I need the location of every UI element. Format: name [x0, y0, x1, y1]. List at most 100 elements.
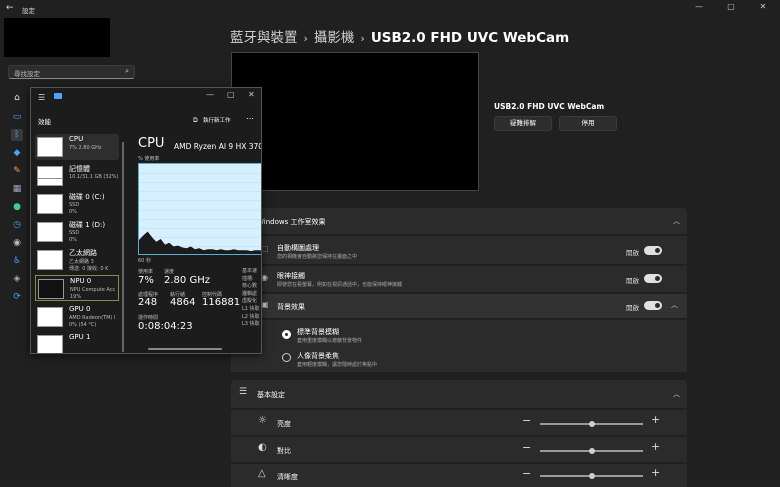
- search-icon[interactable]: ⌕: [125, 67, 129, 76]
- disk1-thumbnail: [37, 222, 63, 242]
- increase-button[interactable]: +: [651, 440, 660, 453]
- gpu0-thumbnail: [37, 307, 63, 327]
- perf-item-name: 磁碟 1 (D:): [69, 221, 106, 229]
- studio-effects-header[interactable]: Windows 工作室效果 ︿: [231, 208, 687, 234]
- breadcrumb: 藍牙與裝置 › 攝影機 › USB2.0 FHD UVC WebCam: [230, 26, 569, 46]
- sharpness-label: 清晰度: [277, 473, 298, 481]
- eye-contact-state: 開啟: [626, 277, 639, 285]
- perf-item-detail: AMD Radeon(TM) I: [69, 315, 116, 321]
- background-effects-title: 背景效果: [277, 303, 305, 311]
- back-arrow-icon[interactable]: ←: [6, 3, 14, 13]
- background-effects-toggle[interactable]: [644, 301, 662, 310]
- app-title: 設定: [22, 7, 35, 15]
- close-button[interactable]: ✕: [748, 2, 778, 11]
- chevron-up-icon[interactable]: ︿: [673, 389, 680, 399]
- perf-item-npu[interactable]: NPU 0 NPU Compute Acc 19%: [35, 275, 119, 301]
- decrease-button[interactable]: −: [522, 467, 531, 480]
- background-effects-icon: ▣: [261, 300, 269, 309]
- system-icon[interactable]: ▭: [11, 111, 23, 123]
- hamburger-menu-icon[interactable]: ☰: [38, 93, 45, 102]
- threads-value: 4864: [170, 297, 196, 308]
- run-new-task-icon[interactable]: ⧉: [193, 116, 198, 125]
- maximize-button[interactable]: ▢: [716, 2, 746, 11]
- apps-icon[interactable]: ▦: [11, 183, 23, 195]
- perf-item-name: 乙太網路: [69, 249, 97, 257]
- processes-value: 248: [138, 297, 158, 308]
- gpu1-thumbnail: [37, 335, 63, 353]
- network-icon[interactable]: ◆: [11, 147, 23, 159]
- chevron-up-icon[interactable]: ︿: [671, 300, 678, 310]
- breadcrumb-devices[interactable]: 藍牙與裝置: [230, 30, 298, 46]
- task-manager-window[interactable]: ☰ — ▢ ✕ 效能 ⧉ 執行新工作 ⋯ CPU 7% 2.80 GHz 記憶體…: [30, 87, 262, 354]
- decrease-button[interactable]: −: [522, 414, 531, 427]
- toggle-knob: [655, 276, 660, 281]
- decrease-button[interactable]: −: [522, 441, 531, 454]
- perf-item-ethernet[interactable]: 乙太網路 乙太網路 3 傳送: 0 接收: 0 K: [35, 247, 119, 273]
- sharpness-slider-thumb[interactable]: [589, 473, 595, 479]
- eye-contact-toggle[interactable]: [644, 274, 662, 283]
- gaming-icon[interactable]: ◉: [11, 237, 23, 249]
- background-effects-row[interactable]: ▣ 背景效果 開啟 ︿: [231, 294, 687, 318]
- perf-item-cpu[interactable]: CPU 7% 2.80 GHz: [35, 134, 119, 160]
- breadcrumb-cameras[interactable]: 攝影機: [314, 30, 355, 46]
- ethernet-thumbnail: [37, 250, 63, 270]
- minimize-button[interactable]: —: [684, 2, 714, 11]
- perf-item-detail: 19%: [70, 294, 82, 300]
- perf-item-disk1[interactable]: 磁碟 1 (D:) SSD 0%: [35, 219, 119, 245]
- bluetooth-icon[interactable]: ᛒ: [11, 129, 23, 141]
- increase-button[interactable]: +: [651, 466, 660, 479]
- chevron-up-icon[interactable]: ︿: [673, 216, 680, 226]
- home-icon[interactable]: ⌂: [11, 92, 23, 104]
- performance-tab-title: 效能: [38, 118, 51, 126]
- perf-item-gpu1[interactable]: GPU 1: [35, 332, 119, 353]
- usage-label: 使用率: [138, 269, 154, 275]
- search-input[interactable]: 尋找設定 ⌕: [8, 65, 135, 79]
- time-language-icon[interactable]: ◷: [11, 219, 23, 231]
- perf-item-detail: 0% (54 °C): [69, 322, 97, 328]
- perf-item-gpu0[interactable]: GPU 0 AMD Radeon(TM) I 0% (54 °C): [35, 304, 119, 330]
- update-icon[interactable]: ⟳: [11, 291, 23, 303]
- basic-settings-title: 基本設定: [257, 391, 285, 399]
- auto-framing-toggle[interactable]: [644, 246, 662, 255]
- tm-close-button[interactable]: ✕: [248, 90, 255, 99]
- more-options-icon[interactable]: ⋯: [246, 114, 254, 123]
- privacy-icon[interactable]: ◈: [11, 273, 23, 285]
- run-new-task-button[interactable]: 執行新工作: [203, 116, 231, 124]
- auto-framing-row: ⬚ 自動構圖處理 您的相機會自動將您保持在畫面之中 開啟: [231, 236, 687, 264]
- spec-label: 基本速: [242, 268, 258, 274]
- perf-item-detail: SSD: [69, 202, 80, 208]
- portrait-blur-radio[interactable]: [282, 353, 291, 362]
- account-profile-redacted[interactable]: [4, 18, 110, 57]
- spec-label: 核心數: [242, 283, 258, 290]
- horizontal-scrollbar[interactable]: [148, 348, 222, 350]
- accessibility-icon[interactable]: ♿: [11, 255, 23, 267]
- handles-value: 116881: [202, 297, 241, 308]
- perf-item-detail: 7% 2.80 GHz: [69, 145, 102, 151]
- memory-thumbnail: [37, 166, 63, 186]
- perf-item-memory[interactable]: 記憶體 10.1/31.1 GB (32%): [35, 163, 119, 189]
- cpu-specs-column: 基本速 插槽: 核心數 邏輯處 虛擬化 L1 快取 L2 快取 L3 快取: [242, 268, 261, 329]
- personalization-icon[interactable]: ✎: [11, 165, 23, 177]
- auto-framing-icon: ⬚: [261, 244, 269, 253]
- usage-value: 7%: [138, 275, 154, 286]
- perf-item-disk0[interactable]: 磁碟 0 (C:) SSD 0%: [35, 191, 119, 217]
- troubleshoot-button[interactable]: 疑難排解: [494, 116, 552, 131]
- increase-button[interactable]: +: [651, 413, 660, 426]
- list-scrollbar[interactable]: [122, 142, 124, 352]
- perf-item-detail: 0%: [69, 209, 77, 215]
- accounts-icon[interactable]: ●: [11, 201, 23, 213]
- disable-button[interactable]: 停用: [559, 116, 617, 131]
- tm-minimize-button[interactable]: —: [206, 90, 214, 99]
- contrast-slider-thumb[interactable]: [589, 448, 595, 454]
- perf-item-name: GPU 0: [69, 305, 91, 313]
- auto-framing-subtitle: 您的相機會自動將您保持在畫面之中: [277, 254, 358, 260]
- contrast-icon: ◐: [258, 442, 267, 453]
- perf-item-detail: NPU Compute Acc: [70, 287, 116, 293]
- standard-blur-radio[interactable]: [282, 330, 291, 339]
- background-options-panel: 標準背景模糊 套用重度模糊以遮蔽背景物件 人像背景柔焦 套用輕度模糊，讓您隨時處…: [231, 320, 687, 372]
- tm-maximize-button[interactable]: ▢: [227, 90, 235, 99]
- brightness-slider-thumb[interactable]: [589, 421, 595, 427]
- performance-list: CPU 7% 2.80 GHz 記憶體 10.1/31.1 GB (32%) 磁…: [31, 132, 121, 353]
- basic-settings-header[interactable]: ☰ 基本設定 ︿: [231, 380, 687, 408]
- brightness-icon: ☼: [258, 415, 267, 426]
